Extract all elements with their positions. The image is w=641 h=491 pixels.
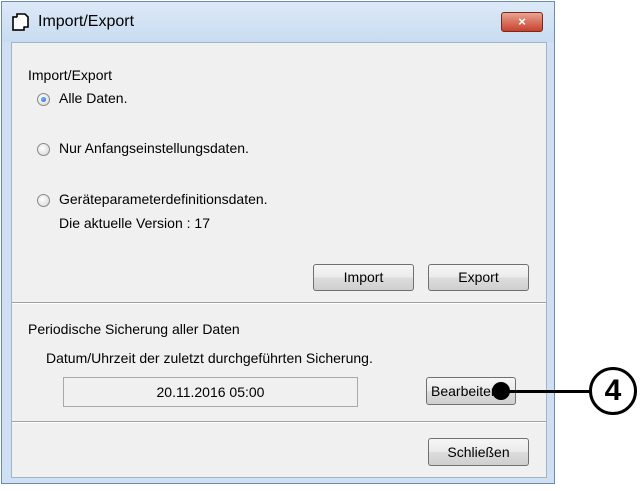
close-button[interactable]: Schließen xyxy=(428,438,529,466)
copy-pages-icon xyxy=(12,13,29,31)
dialog-body: Import/Export Alle Daten. Nur Anfangsein… xyxy=(11,42,547,478)
radio-indicator[interactable] xyxy=(37,194,50,207)
import-export-group-label: Import/Export xyxy=(28,67,113,83)
radio-label[interactable]: Geräteparameterdefinitionsdaten. xyxy=(59,191,268,207)
import-export-window: Import/Export × Import/Export Alle Daten… xyxy=(1,1,555,484)
backup-description: Datum/Uhrzeit der zuletzt durchgeführten… xyxy=(46,350,373,366)
current-version-text: Die aktuelle Version : 17 xyxy=(59,215,210,231)
radio-indicator[interactable] xyxy=(37,143,50,156)
radio-label[interactable]: Nur Anfangseinstellungsdaten. xyxy=(59,140,249,156)
export-button[interactable]: Export xyxy=(428,264,529,291)
callout-number-badge: 4 xyxy=(589,367,637,415)
window-close-button[interactable]: × xyxy=(501,12,543,32)
separator xyxy=(12,302,546,304)
title-bar[interactable]: Import/Export × xyxy=(2,2,554,42)
callout-dot xyxy=(492,382,510,400)
last-backup-datetime-field: 20.11.2016 05:00 xyxy=(63,377,358,407)
import-button[interactable]: Import xyxy=(313,264,414,291)
window-title: Import/Export xyxy=(38,13,135,30)
separator xyxy=(12,421,546,423)
radio-indicator-checked[interactable] xyxy=(37,93,50,106)
callout-line xyxy=(504,390,592,393)
radio-label[interactable]: Alle Daten. xyxy=(59,90,127,106)
backup-group-label: Periodische Sicherung aller Daten xyxy=(28,321,240,337)
